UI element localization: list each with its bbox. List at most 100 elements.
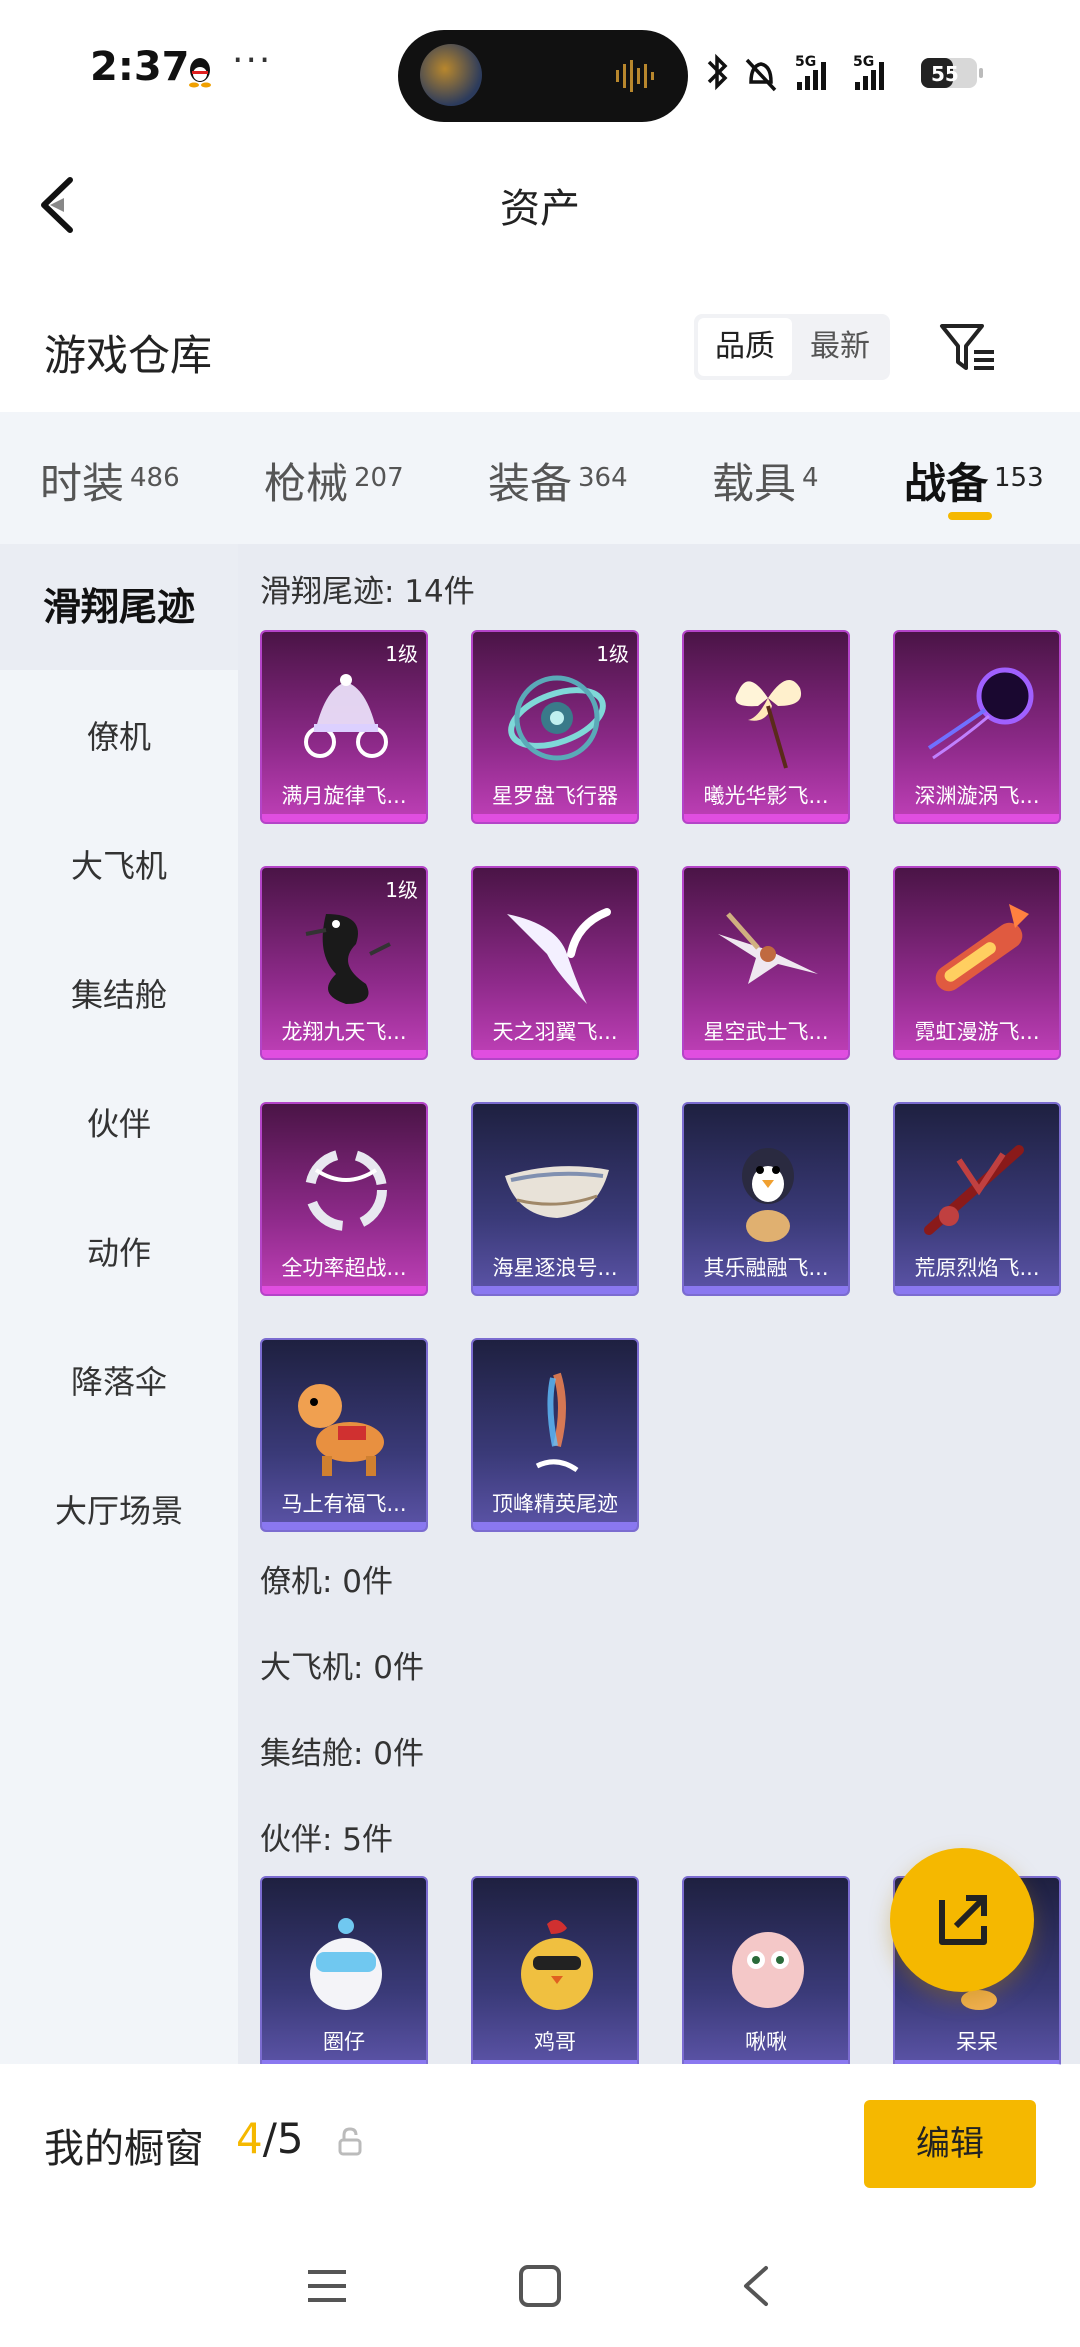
- menu-icon[interactable]: [306, 2268, 348, 2304]
- svg-text:5G: 5G: [853, 54, 874, 70]
- tab-label: 装备: [488, 459, 573, 508]
- item-card[interactable]: 鸡哥: [471, 1876, 639, 2070]
- item-name: 深渊漩涡飞...: [914, 784, 1040, 808]
- item-card[interactable]: 1级 星罗盘飞行器: [471, 630, 639, 824]
- tab-count: 153: [994, 462, 1044, 493]
- sidebar-item-glide-trail[interactable]: 滑翔尾迹: [0, 544, 238, 670]
- quality-bar: [262, 1286, 426, 1294]
- battery-level: 55: [931, 62, 959, 86]
- share-icon: [939, 1895, 987, 1945]
- item-card[interactable]: 霓虹漫游飞...: [893, 866, 1061, 1060]
- home-icon[interactable]: [518, 2264, 562, 2308]
- tab-fashion[interactable]: 时装 486: [40, 450, 180, 510]
- item-card[interactable]: 马上有福飞...: [260, 1338, 428, 1532]
- item-card[interactable]: 深渊漩涡飞...: [893, 630, 1061, 824]
- tab-label: 时装: [40, 459, 125, 508]
- sidebar-item-partner[interactable]: 伙伴: [0, 1061, 238, 1187]
- item-card[interactable]: 星空武士飞...: [682, 866, 850, 1060]
- more-notifications-icon: ···: [232, 40, 273, 81]
- quality-bar: [684, 1050, 848, 1058]
- sidebar-item-lobby-scene[interactable]: 大厅场景: [0, 1448, 238, 1574]
- item-card[interactable]: 1级 龙翔九天飞...: [260, 866, 428, 1060]
- item-name: 啾啾: [745, 2030, 787, 2054]
- snowman-partner-icon: [310, 1918, 382, 2010]
- sort-toggle: 品质 最新: [694, 314, 890, 380]
- tab-label: 枪械: [264, 459, 349, 508]
- neon-rocket-icon: [935, 904, 1029, 992]
- quality-bar: [895, 1050, 1059, 1058]
- page-title: 资产: [500, 186, 580, 232]
- item-card[interactable]: 其乐融融飞...: [682, 1102, 850, 1296]
- audio-wave-icon: [616, 60, 654, 92]
- item-name: 呆呆: [956, 2030, 998, 2054]
- item-card[interactable]: 曦光华影飞...: [682, 630, 850, 824]
- quality-bar: [473, 1286, 637, 1294]
- item-card[interactable]: 荒原烈焰飞...: [893, 1102, 1061, 1296]
- sidebar-item-wingman[interactable]: 僚机: [0, 674, 238, 800]
- showcase-count: 4/5: [236, 2114, 304, 2163]
- tab-count: 207: [354, 462, 404, 493]
- flower-icon: [735, 680, 802, 769]
- sort-quality-button[interactable]: 品质: [698, 318, 792, 376]
- tab-equipment[interactable]: 装备 364: [488, 450, 628, 510]
- section-label-partner: 伙伴: 5件: [260, 1822, 394, 1858]
- lock-icon: [338, 2127, 362, 2156]
- status-bar: 2:37 ··· 5G 5G 55: [0, 0, 1080, 140]
- filter-icon[interactable]: [938, 318, 998, 378]
- qq-icon: [189, 58, 211, 88]
- section-label-glide-trail: 滑翔尾迹: 14件: [260, 574, 475, 610]
- sidebar: 滑翔尾迹 僚机 大飞机 集结舱 伙伴 动作 降落伞 大厅场景: [0, 544, 238, 2064]
- quality-bar: [684, 1286, 848, 1294]
- wings-icon: [507, 908, 611, 1004]
- share-button[interactable]: [890, 1848, 1034, 1992]
- section-label-wingman: 僚机: 0件: [260, 1564, 394, 1600]
- quality-bar: [262, 814, 426, 822]
- warehouse-title: 游戏仓库: [44, 331, 213, 380]
- item-card[interactable]: 圈仔: [260, 1876, 428, 2070]
- tab-guns[interactable]: 枪械 207: [264, 450, 404, 510]
- quality-bar: [684, 814, 848, 822]
- chicken-partner-icon: [521, 1919, 593, 2010]
- item-name: 其乐融融飞...: [703, 1256, 829, 1280]
- active-tab-indicator: [948, 512, 992, 520]
- horse-toy-icon: [298, 1384, 384, 1476]
- status-time: 2:37: [90, 44, 190, 90]
- sort-newest-button[interactable]: 最新: [794, 318, 886, 376]
- item-name: 霓虹漫游飞...: [914, 1020, 1040, 1044]
- item-name: 曦光华影飞...: [703, 784, 829, 808]
- dynamic-island[interactable]: [398, 30, 688, 122]
- showcase-label: 我的橱窗: [44, 2126, 204, 2172]
- edit-button[interactable]: 编辑: [864, 2100, 1036, 2188]
- media-thumbnail: [420, 44, 482, 106]
- item-name: 满月旋律飞...: [281, 784, 407, 808]
- item-card[interactable]: 天之羽翼飞...: [471, 866, 639, 1060]
- boat-icon: [505, 1166, 609, 1218]
- item-name: 全功率超战...: [281, 1256, 407, 1280]
- quality-bar: [262, 1050, 426, 1058]
- vortex-icon: [927, 667, 1034, 760]
- sidebar-item-action[interactable]: 动作: [0, 1190, 238, 1316]
- astrolabe-icon: [508, 675, 606, 761]
- item-card[interactable]: 1级 满月旋律飞...: [260, 630, 428, 824]
- sidebar-item-parachute[interactable]: 降落伞: [0, 1319, 238, 1445]
- quality-bar: [473, 814, 637, 822]
- section-label-pod: 集结舱: 0件: [260, 1736, 425, 1772]
- tab-label: 战备: [904, 459, 989, 508]
- sidebar-item-pod[interactable]: 集结舱: [0, 932, 238, 1058]
- sidebar-item-big-plane[interactable]: 大飞机: [0, 803, 238, 929]
- showcase-total: /5: [262, 2114, 304, 2163]
- tab-battle-prep[interactable]: 战备 153: [904, 450, 1044, 510]
- item-card[interactable]: 海星逐浪号...: [471, 1102, 639, 1296]
- item-card[interactable]: 啾啾: [682, 1876, 850, 2070]
- nav-back-icon[interactable]: [738, 2264, 772, 2308]
- item-name: 星罗盘飞行器: [492, 784, 618, 808]
- tab-vehicles[interactable]: 载具 4: [712, 450, 819, 510]
- dragon-icon: [305, 914, 391, 1004]
- item-card[interactable]: 全功率超战...: [260, 1102, 428, 1296]
- item-name: 星空武士飞...: [703, 1020, 829, 1044]
- item-name: 马上有福飞...: [281, 1492, 407, 1516]
- item-card[interactable]: 顶峰精英尾迹: [471, 1338, 639, 1532]
- section-label-big-plane: 大飞机: 0件: [260, 1650, 425, 1686]
- system-nav-bar: [0, 2224, 1080, 2347]
- item-name: 天之羽翼飞...: [492, 1020, 618, 1044]
